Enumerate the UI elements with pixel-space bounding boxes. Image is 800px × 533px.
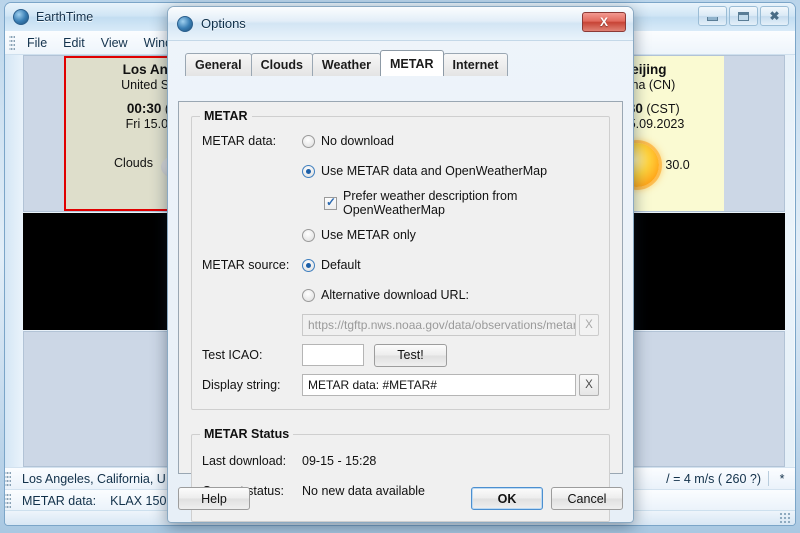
- radio-no-download-label[interactable]: No download: [321, 134, 394, 148]
- close-icon[interactable]: X: [582, 12, 626, 32]
- display-string-input[interactable]: METAR data: #METAR#: [302, 374, 576, 396]
- metar-source-row-1: METAR source: Default: [202, 253, 599, 277]
- status-grip-icon[interactable]: [5, 491, 11, 510]
- metar-data-row-1: METAR data: No download: [202, 129, 599, 153]
- metar-source-label: METAR source:: [202, 258, 290, 272]
- test-button[interactable]: Test!: [374, 343, 447, 367]
- test-icao-row: Test ICAO: Test!: [202, 343, 599, 367]
- minimize-icon[interactable]: [698, 6, 727, 26]
- tab-internet[interactable]: Internet: [442, 53, 509, 76]
- status-metar-value: KLAX 150: [110, 493, 167, 508]
- dialog-button-bar: Help OK Cancel: [178, 487, 623, 510]
- options-dialog: Options X General Clouds Weather METAR I…: [167, 6, 634, 523]
- radio-use-metar-and-owm-label[interactable]: Use METAR data and OpenWeatherMap: [321, 164, 547, 178]
- clear-display-string-button[interactable]: X: [579, 374, 599, 396]
- last-download-label: Last download:: [202, 454, 287, 468]
- metar-source-row-2: Alternative download URL:: [302, 283, 599, 307]
- dialog-titlebar: Options X: [168, 7, 633, 41]
- maximize-icon[interactable]: [729, 6, 758, 26]
- tab-weather[interactable]: Weather: [311, 53, 382, 76]
- menu-item-view[interactable]: View: [93, 34, 136, 52]
- close-icon[interactable]: ✖: [760, 6, 789, 26]
- radio-source-default[interactable]: [302, 258, 315, 272]
- tab-strip: General Clouds Weather METAR Internet: [178, 50, 623, 76]
- metar-group-legend: METAR: [200, 109, 252, 123]
- dialog-title: Options: [201, 16, 246, 31]
- status-wind-text: / = 4 m/s ( 260 ?): [666, 471, 761, 486]
- window-controls: ✖: [698, 6, 789, 26]
- city-time-value: 00:30: [126, 101, 162, 116]
- tab-clouds[interactable]: Clouds: [250, 53, 313, 76]
- test-icao-label: Test ICAO:: [202, 348, 263, 362]
- radio-use-metar-only[interactable]: [302, 228, 315, 242]
- status-grip-icon[interactable]: [5, 469, 11, 488]
- metar-data-row-2: Use METAR data and OpenWeatherMap: [302, 159, 599, 183]
- ok-button[interactable]: OK: [471, 487, 543, 510]
- metar-url-row: https://tgftp.nws.noaa.gov/data/observat…: [302, 313, 599, 337]
- menu-item-file[interactable]: File: [19, 34, 55, 52]
- radio-no-download[interactable]: [302, 134, 315, 148]
- prefer-owm-row: Prefer weather description from OpenWeat…: [324, 189, 599, 217]
- alternative-url-input[interactable]: https://tgftp.nws.noaa.gov/data/observat…: [302, 314, 576, 336]
- dialog-body: General Clouds Weather METAR Internet ME…: [168, 42, 633, 522]
- help-button[interactable]: Help: [178, 487, 250, 510]
- radio-source-default-label[interactable]: Default: [321, 258, 361, 272]
- metar-settings-group: METAR METAR data: No download Use METAR …: [191, 109, 610, 410]
- status-metar-label: METAR data:: [22, 493, 97, 508]
- metar-data-row-3: Use METAR only: [302, 223, 599, 247]
- last-download-row: Last download: 09-15 - 15:28: [202, 449, 599, 473]
- radio-use-metar-only-label[interactable]: Use METAR only: [321, 228, 416, 242]
- left-gutter: [5, 55, 23, 467]
- clear-url-button[interactable]: X: [579, 314, 599, 336]
- radio-source-alternative[interactable]: [302, 288, 315, 302]
- checkbox-prefer-owm[interactable]: [324, 195, 337, 210]
- menu-item-edit[interactable]: Edit: [55, 34, 93, 52]
- radio-source-alternative-label[interactable]: Alternative download URL:: [321, 288, 469, 302]
- cancel-button[interactable]: Cancel: [551, 487, 623, 510]
- metar-data-label: METAR data:: [202, 134, 277, 148]
- radio-use-metar-and-owm[interactable]: [302, 164, 315, 178]
- tab-metar[interactable]: METAR: [380, 50, 444, 76]
- city-timezone: (CST): [646, 102, 680, 116]
- metar-status-legend: METAR Status: [200, 427, 294, 441]
- test-icao-input[interactable]: [302, 344, 364, 366]
- resize-grip-icon[interactable]: [779, 512, 791, 523]
- status-star-indicator[interactable]: *: [769, 472, 795, 486]
- city-weather-label: Clouds: [114, 156, 153, 170]
- window-title: EarthTime: [36, 10, 94, 24]
- tab-page-metar: METAR METAR data: No download Use METAR …: [178, 101, 623, 522]
- tab-general[interactable]: General: [185, 53, 252, 76]
- globe-icon: [177, 15, 193, 32]
- city-temperature: 30.0: [665, 158, 690, 172]
- last-download-value: 09-15 - 15:28: [302, 454, 377, 468]
- globe-icon: [13, 9, 29, 25]
- display-string-label: Display string:: [202, 378, 281, 392]
- display-string-row: Display string: METAR data: #METAR# X: [202, 373, 599, 397]
- checkbox-prefer-owm-label[interactable]: Prefer weather description from OpenWeat…: [343, 189, 599, 217]
- status-location-text: Los Angeles, California, U: [22, 471, 166, 486]
- menu-grip-icon[interactable]: [9, 33, 15, 52]
